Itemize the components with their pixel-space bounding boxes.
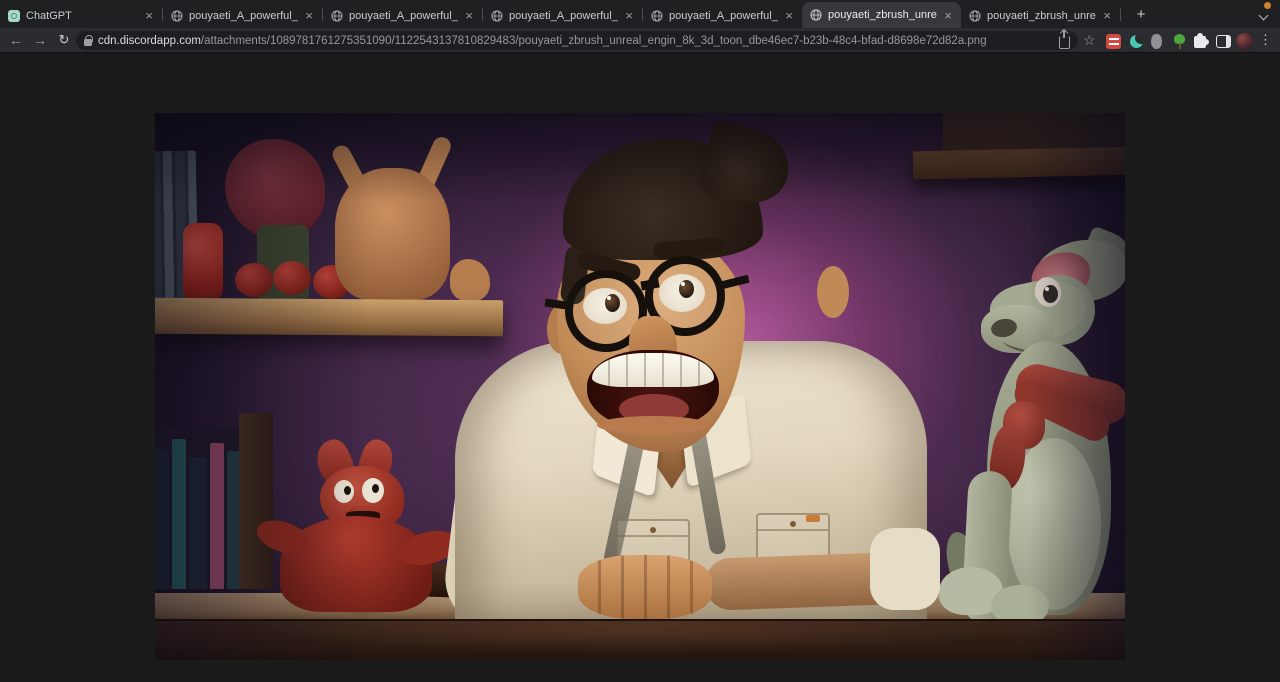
profile-avatar[interactable] [1236,33,1253,50]
tab-powerful-modern-2[interactable]: pouyaeti_A_powerful_modern × [323,3,482,28]
globe-favicon-icon [651,10,663,22]
tab-close-icon[interactable]: × [943,8,953,23]
red-berry [273,261,311,295]
gray-dog-figure [935,233,1125,625]
tab-title: pouyaeti_A_powerful_modern [189,10,298,22]
tab-powerful-modern-3[interactable]: pouyaeti_A_powerful_modern × [483,3,642,28]
right-shelf-plank [913,147,1125,180]
displayed-image[interactable] [155,113,1125,660]
tab-powerful-modern-4[interactable]: pouyaeti_A_powerful_modern × [643,3,802,28]
teeth [592,353,714,387]
book-spine [155,449,169,589]
pocket-tag [806,515,820,522]
tab-close-icon[interactable]: × [464,8,474,23]
globe-favicon-icon [969,10,981,22]
bookmark-star-icon[interactable]: ☆ [1083,32,1096,49]
smiling-mouth [587,350,719,430]
recording-indicator-dot [1264,2,1271,9]
globe-favicon-icon [491,10,503,22]
tab-title: ChatGPT [26,10,138,22]
globe-favicon-icon [331,10,343,22]
tab-title: pouyaeti_A_powerful_modern [509,10,618,22]
book-spine [172,439,186,589]
rolled-sleeve-cuff [870,528,940,610]
man-ear [817,266,849,318]
cartoon-man [450,123,930,623]
desk-front-edge [155,619,1125,660]
red-coral-bouquet [225,139,325,239]
dog-eye [1043,285,1058,303]
red-cat-figurine [270,428,455,608]
tab-title: pouyaeti_zbrush_unreal_engin [987,10,1096,22]
share-icon[interactable] [1059,36,1070,49]
tab-close-icon[interactable]: × [784,8,794,23]
extensions-puzzle-icon[interactable] [1194,36,1206,48]
tab-search-chevron-icon[interactable] [1259,11,1269,21]
tab-title: pouyaeti_A_powerful_modern [349,10,458,22]
url-host: cdn.discordapp.com [98,35,201,47]
tab-chatgpt[interactable]: ChatGPT × [0,3,162,28]
reload-button[interactable]: ↻ [52,32,76,48]
tab-zbrush-unreal-2[interactable]: pouyaeti_zbrush_unreal_engin × [961,3,1120,28]
chatgpt-favicon-icon [8,10,20,22]
globe-favicon-icon [810,9,822,21]
red-extension-icon[interactable] [1106,34,1121,49]
tan-cat-figurine [335,168,450,300]
glasses-temple [545,299,568,310]
book-spine [189,457,207,589]
red-vase [183,223,223,301]
tab-zbrush-unreal-active[interactable]: pouyaeti_zbrush_unreal_engin × [802,2,961,28]
address-bar[interactable]: cdn.discordapp.com/attachments/108978176… [76,31,1078,50]
url-path: /attachments/1089781761275351090/1122543… [201,35,987,47]
side-panel-icon[interactable] [1216,35,1231,48]
bookcase-side-panel [239,413,273,589]
book-spine [210,443,224,589]
browser-menu-icon[interactable]: ⋮ [1259,32,1272,48]
browser-window: ChatGPT × pouyaeti_A_powerful_modern × p… [0,0,1280,682]
mouse-extension-icon[interactable] [1151,34,1162,49]
url-text[interactable]: cdn.discordapp.com/attachments/108978176… [98,35,1053,47]
tab-close-icon[interactable]: × [144,8,154,23]
back-button[interactable]: ← [4,32,28,48]
tab-close-icon[interactable]: × [624,8,634,23]
cat-pupil [372,484,379,493]
tree-extension-icon[interactable] [1172,34,1187,49]
tab-close-icon[interactable]: × [1102,8,1112,23]
globe-favicon-icon [171,10,183,22]
man-hands [578,555,712,619]
tab-separator [1120,8,1121,21]
lock-icon[interactable] [84,39,92,46]
tab-title: pouyaeti_A_powerful_modern [669,10,778,22]
page-content [0,53,1280,682]
toolbar: ← → ↻ cdn.discordapp.com/attachments/108… [0,28,1280,53]
tab-close-icon[interactable]: × [304,8,314,23]
tab-powerful-modern-1[interactable]: pouyaeti_A_powerful_modern × [163,3,322,28]
tab-title: pouyaeti_zbrush_unreal_engin [828,9,937,21]
lower-lip [597,416,709,434]
forward-button[interactable]: → [28,32,52,48]
cat-pupil [344,486,351,495]
dark-reader-moon-icon[interactable] [1129,34,1144,49]
tab-strip: ChatGPT × pouyaeti_A_powerful_modern × p… [0,0,1280,28]
new-tab-button[interactable]: + [1130,4,1152,26]
man-head [545,128,850,463]
red-berry [235,263,273,297]
